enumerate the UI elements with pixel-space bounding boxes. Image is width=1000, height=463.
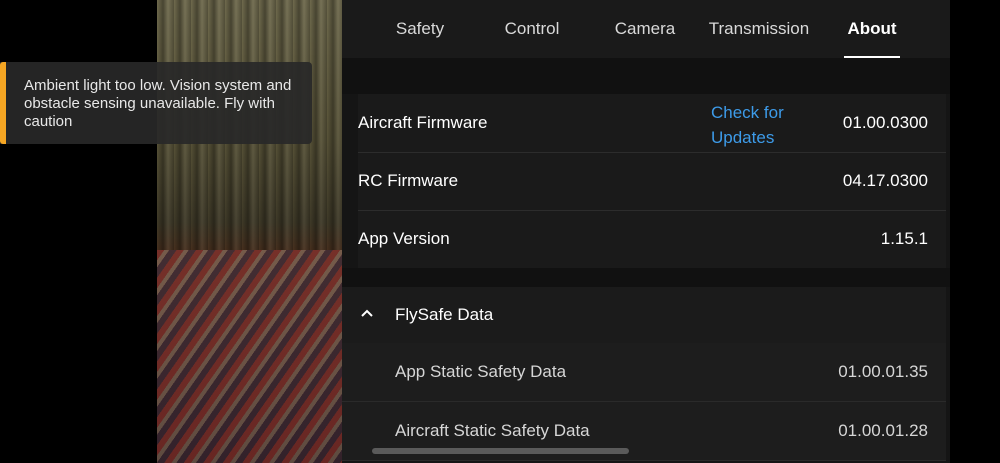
camera-feed-floor — [157, 250, 347, 463]
rc-firmware-label: RC Firmware — [358, 171, 459, 190]
flysafe-title: FlySafe Data — [395, 305, 494, 324]
warning-message: Ambient light too low. Vision system and… — [24, 77, 292, 130]
app-version-row: App Version 1.15.1 — [358, 210, 946, 268]
version-section: Aircraft Firmware Check for Updates 01.0… — [358, 94, 946, 268]
horizontal-scrollbar[interactable] — [372, 448, 629, 454]
tab-about[interactable]: About — [820, 0, 924, 58]
warning-accent-bar — [0, 62, 6, 144]
flysafe-header[interactable]: FlySafe Data — [342, 287, 946, 343]
warning-toast: Ambient light too low. Vision system and… — [0, 62, 312, 144]
section-gap — [342, 58, 950, 94]
tab-control[interactable]: Control — [476, 0, 588, 58]
section-gap — [342, 268, 950, 287]
rc-firmware-row: RC Firmware 04.17.0300 — [358, 152, 946, 211]
app-static-safety-data-label: App Static Safety Data — [395, 362, 567, 381]
settings-panel: Safety Control Camera Transmission About… — [342, 0, 950, 463]
rc-firmware-value: 04.17.0300 — [842, 171, 928, 190]
app-version-value: 1.15.1 — [880, 229, 928, 248]
settings-tabs: Safety Control Camera Transmission About — [342, 0, 950, 58]
tab-transmission[interactable]: Transmission — [698, 0, 820, 58]
aircraft-static-safety-data-value: 01.00.01.28 — [838, 421, 928, 440]
aircraft-firmware-value: 01.00.0300 — [842, 113, 928, 132]
chevron-up-icon — [361, 309, 373, 317]
flysafe-item: App Static Safety Data 01.00.01.35 — [342, 343, 946, 402]
screen-edge — [950, 0, 1000, 463]
tab-safety[interactable]: Safety — [364, 0, 476, 58]
app-static-safety-data-value: 01.00.01.35 — [838, 362, 928, 381]
tab-camera[interactable]: Camera — [589, 0, 701, 58]
app-version-label: App Version — [358, 229, 450, 248]
aircraft-firmware-label: Aircraft Firmware — [358, 113, 488, 132]
check-for-updates-link[interactable]: Check for Updates — [711, 100, 801, 150]
aircraft-firmware-row: Aircraft Firmware Check for Updates 01.0… — [358, 94, 946, 153]
